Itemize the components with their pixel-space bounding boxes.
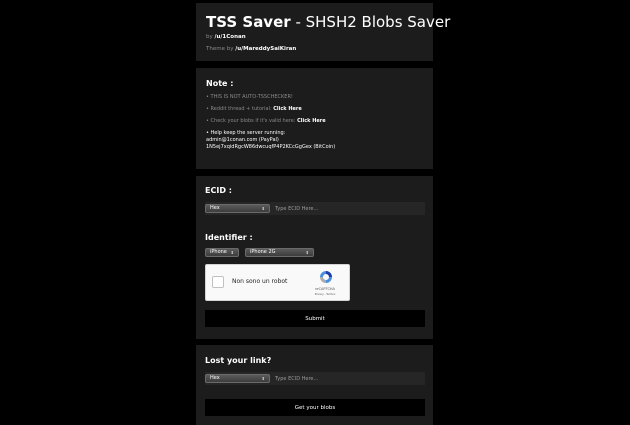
note-heading: Note : [206, 79, 234, 88]
ecid-input[interactable]: Type ECID Here... [275, 206, 318, 212]
lost-ecid-format-select[interactable]: Hex ⬍ [205, 374, 270, 383]
lost-link-card: Lost your link? Hex ⬍ Type ECID Here... … [196, 345, 433, 425]
submit-button[interactable]: Submit [205, 310, 425, 327]
ecid-format-select[interactable]: Hex ⬍ [205, 204, 270, 213]
lost-ecid-row: Hex ⬍ Type ECID Here... [205, 372, 425, 385]
ecid-heading: ECID : [205, 186, 232, 195]
recaptcha-logo-icon [320, 271, 332, 283]
recaptcha-label: Non sono un robot [232, 278, 288, 285]
author-link[interactable]: /u/1Conan [215, 34, 246, 40]
ecid-row: Hex ⬍ Type ECID Here... [205, 202, 425, 215]
device-model-select[interactable]: iPhone 2G ⬍ [245, 248, 314, 257]
donation-info: • Help keep the server running: admin@1c… [206, 130, 423, 151]
lost-link-heading: Lost your link? [205, 356, 272, 365]
author-byline: by /u/1Conan [206, 34, 246, 40]
lost-ecid-input[interactable]: Type ECID Here... [275, 376, 318, 382]
theme-byline: Theme by /u/MareddySaiKiran [206, 46, 297, 52]
select-arrows-icon: ⬍ [261, 205, 265, 211]
recaptcha-widget: Non sono un robot reCAPTCHA Privacy - Te… [205, 264, 350, 301]
note-card: Note : • THIS IS NOT AUTO-TSSCHECKER! • … [196, 68, 433, 169]
save-form-card: ECID : Hex ⬍ Type ECID Here... Identifie… [196, 176, 433, 339]
header-card: TSS Saver - SHSH2 Blobs Saver by /u/1Con… [196, 3, 451, 61]
note-line-2: • Reddit thread + tutorial: Click Here [206, 106, 302, 112]
recaptcha-checkbox[interactable] [212, 276, 224, 288]
theme-author-link[interactable]: /u/MareddySaiKiran [235, 46, 296, 52]
bitcoin-address: 1N5ej7xqidRgcW86dwcuqfP4P2KCcGgGex (BitC… [206, 144, 336, 150]
note-line-3: • Check your blobs if it's valid here: C… [206, 118, 326, 124]
select-arrows-icon: ⬍ [261, 375, 265, 381]
get-blobs-button[interactable]: Get your blobs [205, 399, 425, 416]
select-arrows-icon: ⬍ [305, 249, 309, 255]
recaptcha-terms-link[interactable]: Privacy - Termini [308, 293, 342, 296]
check-blobs-link[interactable]: Click Here [297, 118, 326, 124]
note-line-1: • THIS IS NOT AUTO-TSSCHECKER! [206, 94, 293, 100]
recaptcha-brand: reCAPTCHA [315, 287, 335, 291]
identifier-row: iPhone ⬍ iPhone 2G ⬍ [205, 248, 423, 257]
page-title: TSS Saver - SHSH2 Blobs Saver [206, 13, 451, 31]
device-type-select[interactable]: iPhone ⬍ [205, 248, 239, 257]
select-arrows-icon: ⬍ [230, 249, 234, 255]
reddit-thread-link[interactable]: Click Here [273, 106, 302, 112]
identifier-heading: Identifier : [205, 233, 253, 242]
paypal-address: admin@1conan.com (PayPal) [206, 137, 279, 143]
